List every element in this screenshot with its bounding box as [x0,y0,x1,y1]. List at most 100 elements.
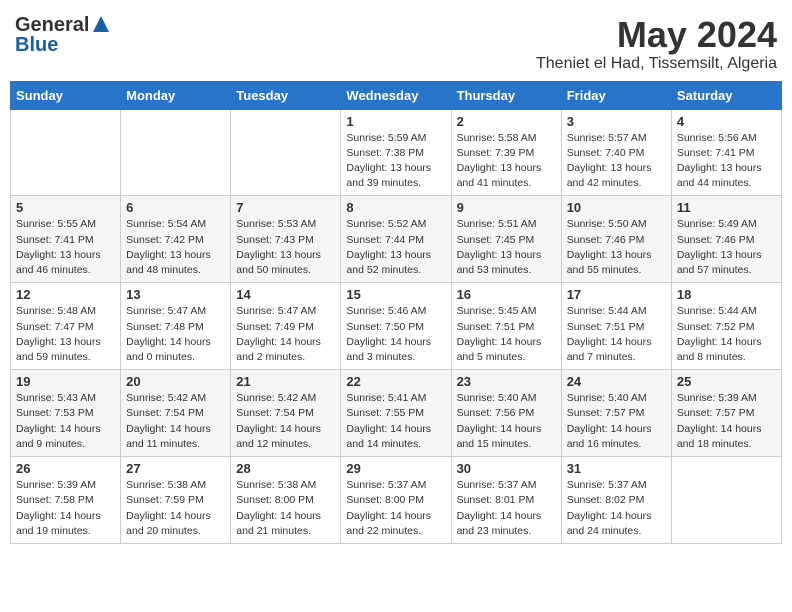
day-info: Sunrise: 5:44 AMSunset: 7:52 PMDaylight:… [677,304,776,365]
day-info: Sunrise: 5:41 AMSunset: 7:55 PMDaylight:… [346,391,445,452]
day-number: 7 [236,200,335,215]
calendar-cell [11,109,121,196]
logo-blue: Blue [15,35,58,55]
day-number: 12 [16,287,115,302]
location-title: Theniet el Had, Tissemsilt, Algeria [536,55,777,73]
day-info: Sunrise: 5:56 AMSunset: 7:41 PMDaylight:… [677,131,776,192]
calendar-cell: 7 Sunrise: 5:53 AMSunset: 7:43 PMDaylight… [231,196,341,283]
day-number: 1 [346,114,445,129]
day-info: Sunrise: 5:37 AMSunset: 8:00 PMDaylight:… [346,478,445,539]
calendar-cell: 28 Sunrise: 5:38 AMSunset: 8:00 PMDayligh… [231,457,341,544]
calendar-cell: 19Sunrise: 5:43 AMSunset: 7:53 PMDayligh… [11,370,121,457]
day-info: Sunrise: 5:57 AMSunset: 7:40 PMDaylight:… [567,131,666,192]
day-info: Sunrise: 5:47 AMSunset: 7:48 PMDaylight:… [126,304,225,365]
day-info: Sunrise: 5:37 AMSunset: 8:01 PMDaylight:… [457,478,556,539]
day-number: 23 [457,374,556,389]
calendar-cell [231,109,341,196]
day-number: 28 [236,461,335,476]
day-number: 3 [567,114,666,129]
day-number: 10 [567,200,666,215]
weekday-header-wednesday: Wednesday [341,81,451,109]
day-info: Sunrise: 5:51 AMSunset: 7:45 PMDaylight:… [457,217,556,278]
calendar-cell: 22 Sunrise: 5:41 AMSunset: 7:55 PMDayligh… [341,370,451,457]
weekday-header-monday: Monday [121,81,231,109]
week-row-1: 1 Sunrise: 5:59 AMSunset: 7:38 PMDaylight… [11,109,782,196]
calendar-cell: 25Sunrise: 5:39 AMSunset: 7:57 PMDayligh… [671,370,781,457]
day-number: 17 [567,287,666,302]
logo-general: General [15,15,89,35]
day-info: Sunrise: 5:58 AMSunset: 7:39 PMDaylight:… [457,131,556,192]
day-number: 27 [126,461,225,476]
calendar-cell: 5Sunrise: 5:55 AMSunset: 7:41 PMDaylight… [11,196,121,283]
day-info: Sunrise: 5:42 AMSunset: 7:54 PMDaylight:… [236,391,335,452]
weekday-header-sunday: Sunday [11,81,121,109]
day-number: 31 [567,461,666,476]
calendar-cell: 10 Sunrise: 5:50 AMSunset: 7:46 PMDayligh… [561,196,671,283]
day-info: Sunrise: 5:53 AMSunset: 7:43 PMDaylight:… [236,217,335,278]
day-number: 20 [126,374,225,389]
calendar-cell [671,457,781,544]
day-info: Sunrise: 5:43 AMSunset: 7:53 PMDaylight:… [16,391,115,452]
calendar-cell: 20 Sunrise: 5:42 AMSunset: 7:54 PMDayligh… [121,370,231,457]
calendar-cell: 27 Sunrise: 5:38 AMSunset: 7:59 PMDayligh… [121,457,231,544]
day-number: 9 [457,200,556,215]
calendar-cell: 16Sunrise: 5:45 AMSunset: 7:51 PMDayligh… [451,283,561,370]
day-number: 18 [677,287,776,302]
day-number: 22 [346,374,445,389]
week-row-2: 5Sunrise: 5:55 AMSunset: 7:41 PMDaylight… [11,196,782,283]
day-info: Sunrise: 5:44 AMSunset: 7:51 PMDaylight:… [567,304,666,365]
day-info: Sunrise: 5:40 AMSunset: 7:56 PMDaylight:… [457,391,556,452]
calendar-table: SundayMondayTuesdayWednesdayThursdayFrid… [10,81,782,544]
day-number: 2 [457,114,556,129]
calendar-cell: 6 Sunrise: 5:54 AMSunset: 7:42 PMDaylight… [121,196,231,283]
day-number: 30 [457,461,556,476]
week-row-3: 12 Sunrise: 5:48 AMSunset: 7:47 PMDayligh… [11,283,782,370]
weekday-header-friday: Friday [561,81,671,109]
calendar-cell: 14 Sunrise: 5:47 AMSunset: 7:49 PMDayligh… [231,283,341,370]
logo: General Blue [15,15,111,55]
calendar-cell: 21 Sunrise: 5:42 AMSunset: 7:54 PMDayligh… [231,370,341,457]
day-number: 15 [346,287,445,302]
weekday-header-row: SundayMondayTuesdayWednesdayThursdayFrid… [11,81,782,109]
day-info: Sunrise: 5:38 AMSunset: 7:59 PMDaylight:… [126,478,225,539]
day-info: Sunrise: 5:54 AMSunset: 7:42 PMDaylight:… [126,217,225,278]
weekday-header-thursday: Thursday [451,81,561,109]
calendar-cell: 8Sunrise: 5:52 AMSunset: 7:44 PMDaylight… [341,196,451,283]
calendar-cell: 4Sunrise: 5:56 AMSunset: 7:41 PMDaylight… [671,109,781,196]
calendar-cell: 12 Sunrise: 5:48 AMSunset: 7:47 PMDayligh… [11,283,121,370]
calendar-cell: 1 Sunrise: 5:59 AMSunset: 7:38 PMDaylight… [341,109,451,196]
day-info: Sunrise: 5:42 AMSunset: 7:54 PMDaylight:… [126,391,225,452]
day-info: Sunrise: 5:59 AMSunset: 7:38 PMDaylight:… [346,131,445,192]
calendar-cell: 30 Sunrise: 5:37 AMSunset: 8:01 PMDayligh… [451,457,561,544]
day-number: 14 [236,287,335,302]
day-info: Sunrise: 5:38 AMSunset: 8:00 PMDaylight:… [236,478,335,539]
day-number: 11 [677,200,776,215]
day-info: Sunrise: 5:48 AMSunset: 7:47 PMDaylight:… [16,304,115,365]
calendar-cell: 24Sunrise: 5:40 AMSunset: 7:57 PMDayligh… [561,370,671,457]
day-number: 26 [16,461,115,476]
calendar-cell: 23 Sunrise: 5:40 AMSunset: 7:56 PMDayligh… [451,370,561,457]
day-number: 21 [236,374,335,389]
day-number: 25 [677,374,776,389]
day-info: Sunrise: 5:49 AMSunset: 7:46 PMDaylight:… [677,217,776,278]
day-info: Sunrise: 5:47 AMSunset: 7:49 PMDaylight:… [236,304,335,365]
title-section: May 2024 Theniet el Had, Tissemsilt, Alg… [536,15,777,73]
month-title: May 2024 [536,15,777,55]
day-number: 13 [126,287,225,302]
calendar-cell: 13 Sunrise: 5:47 AMSunset: 7:48 PMDayligh… [121,283,231,370]
calendar-cell: 3 Sunrise: 5:57 AMSunset: 7:40 PMDaylight… [561,109,671,196]
calendar-cell [121,109,231,196]
calendar-cell: 11 Sunrise: 5:49 AMSunset: 7:46 PMDayligh… [671,196,781,283]
logo-icon [91,14,111,34]
calendar-cell: 2 Sunrise: 5:58 AMSunset: 7:39 PMDaylight… [451,109,561,196]
day-info: Sunrise: 5:39 AMSunset: 7:58 PMDaylight:… [16,478,115,539]
day-info: Sunrise: 5:50 AMSunset: 7:46 PMDaylight:… [567,217,666,278]
calendar-cell: 17 Sunrise: 5:44 AMSunset: 7:51 PMDayligh… [561,283,671,370]
week-row-5: 26 Sunrise: 5:39 AMSunset: 7:58 PMDayligh… [11,457,782,544]
day-number: 5 [16,200,115,215]
day-number: 6 [126,200,225,215]
day-number: 8 [346,200,445,215]
week-row-4: 19Sunrise: 5:43 AMSunset: 7:53 PMDayligh… [11,370,782,457]
calendar-cell: 26 Sunrise: 5:39 AMSunset: 7:58 PMDayligh… [11,457,121,544]
page-header: General Blue May 2024 Theniet el Had, Ti… [10,10,782,73]
